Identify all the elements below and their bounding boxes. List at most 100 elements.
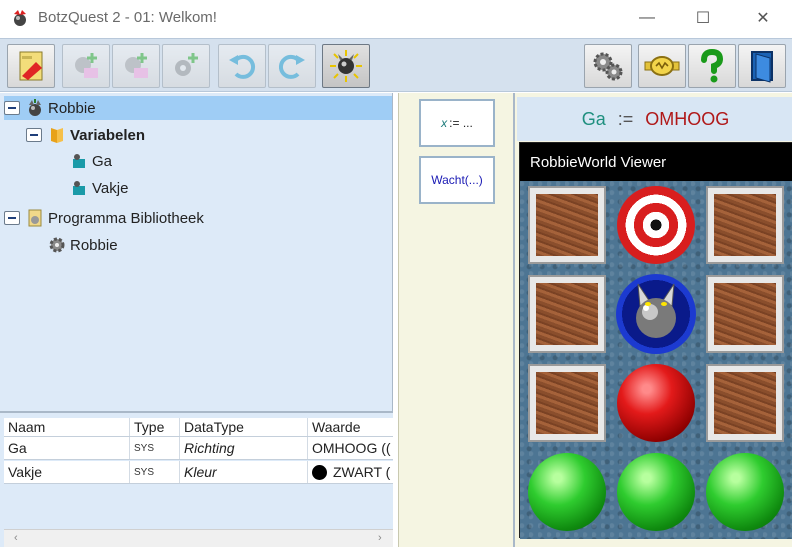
column-header-datatype[interactable]: DataType <box>180 418 308 436</box>
wait-label: Wacht(...) <box>431 173 483 187</box>
crate-icon <box>706 275 784 353</box>
scroll-left-icon[interactable]: ‹ <box>14 532 18 544</box>
robot-icon <box>616 274 696 354</box>
cell-waarde[interactable]: OMHOOG (( <box>308 437 393 459</box>
tree-item-library[interactable]: Programma Bibliotheek <box>4 206 204 230</box>
scroll-right-icon[interactable]: › <box>378 532 382 544</box>
world-tile-crate <box>527 185 607 265</box>
crate-icon <box>706 364 784 442</box>
world-tile-green-ball <box>705 452 785 532</box>
world-tile-green-ball <box>616 452 696 532</box>
app-robot-icon <box>10 8 30 28</box>
title-bar: BotzQuest 2 - 01: Welkom! — ☐ ✕ <box>0 0 792 36</box>
cell-waarde-text: ZWART ( <box>333 464 391 480</box>
library-icon <box>26 209 44 227</box>
add-variable-icon <box>75 53 98 78</box>
tree-item-label: Programma Bibliotheek <box>48 209 204 227</box>
add-gear-icon <box>175 53 198 76</box>
statement-variable[interactable]: Ga <box>582 109 606 130</box>
column-header-naam[interactable]: Naam <box>4 418 130 436</box>
world-tile-red-ball <box>616 363 696 443</box>
door-icon <box>751 51 773 83</box>
tree-item-label: Ga <box>92 152 113 170</box>
collapse-toggle[interactable] <box>26 128 42 142</box>
close-icon: ✕ <box>756 10 770 27</box>
gear-icon <box>48 236 66 254</box>
cell-datatype: Kleur <box>180 461 308 483</box>
maximize-button[interactable]: ☐ <box>680 0 726 36</box>
table-row[interactable]: Vakje SYS Kleur ZWART ( <box>4 461 393 484</box>
tree-item-label: Robbie <box>70 236 118 254</box>
green-ball-icon <box>617 453 695 531</box>
tree-item-label: Variabelen <box>70 126 146 144</box>
crate-icon <box>528 364 606 442</box>
horizontal-scrollbar[interactable]: ‹ › <box>4 529 393 547</box>
run-button[interactable] <box>322 44 370 88</box>
assign-var-label: x <box>441 116 448 130</box>
world-board <box>520 181 792 539</box>
green-ball-icon <box>706 453 784 531</box>
world-tile-crate <box>527 274 607 354</box>
undo-button[interactable] <box>218 44 266 88</box>
crate-icon <box>706 186 784 264</box>
world-tile-target <box>616 185 696 265</box>
robbieworld-viewer: RobbieWorld Viewer <box>519 142 792 539</box>
cell-waarde[interactable]: ZWART ( <box>308 461 393 483</box>
help-button[interactable] <box>688 44 736 88</box>
color-swatch-icon <box>312 464 327 480</box>
cell-type: SYS <box>130 461 180 483</box>
add-gear-button[interactable] <box>162 44 210 88</box>
achievements-button[interactable] <box>638 44 686 88</box>
window-title: BotzQuest 2 - 01: Welkom! <box>38 9 217 26</box>
world-tile-crate <box>705 363 785 443</box>
variable-icon <box>70 152 88 170</box>
minimize-button[interactable]: — <box>624 0 670 36</box>
wait-command[interactable]: Wacht(...) <box>419 156 495 204</box>
edit-level-button[interactable] <box>7 44 55 88</box>
cell-type: SYS <box>130 437 180 459</box>
collapse-toggle[interactable] <box>4 211 20 225</box>
column-header-type[interactable]: Type <box>130 418 180 436</box>
robot-icon <box>26 99 44 117</box>
tree-item-label: Robbie <box>48 99 96 117</box>
add-procedure-button[interactable] <box>112 44 160 88</box>
level-icon <box>19 51 43 81</box>
statement-operator: := <box>617 108 634 129</box>
table-row[interactable]: Ga SYS Richting OMHOOG (( <box>4 437 393 460</box>
redo-button[interactable] <box>268 44 316 88</box>
question-icon <box>701 49 724 83</box>
statement-value[interactable]: OMHOOG <box>645 109 729 130</box>
badge-icon <box>644 56 680 76</box>
world-tile-robot <box>616 274 696 354</box>
crate-icon <box>528 186 606 264</box>
settings-button[interactable] <box>584 44 632 88</box>
maximize-icon: ☐ <box>695 10 711 27</box>
viewer-title[interactable]: RobbieWorld Viewer <box>520 143 792 181</box>
collapse-toggle[interactable] <box>4 101 20 115</box>
folder-icon <box>48 126 66 144</box>
add-variable-button[interactable] <box>62 44 110 88</box>
assign-command[interactable]: x := ... <box>419 99 495 147</box>
assignment-statement[interactable]: Ga := OMHOOG <box>517 97 792 141</box>
green-ball-icon <box>528 453 606 531</box>
tree-item-variable-vakje[interactable]: Vakje <box>70 176 128 200</box>
table-header: Naam Type DataType Waarde <box>4 418 393 437</box>
close-button[interactable]: ✕ <box>740 0 786 36</box>
undo-icon <box>229 54 256 79</box>
cell-naam: Ga <box>4 437 130 459</box>
tree-item-variables[interactable]: Variabelen <box>26 123 145 147</box>
crate-icon <box>528 275 606 353</box>
tree-item-variable-ga[interactable]: Ga <box>70 149 112 173</box>
tree-item-library-robbie[interactable]: Robbie <box>48 233 118 257</box>
world-tile-crate <box>527 363 607 443</box>
add-procedure-icon <box>125 53 148 78</box>
object-tree: Robbie Variabelen Ga Vakje Programma Bib… <box>0 93 393 411</box>
exit-button[interactable] <box>738 44 786 88</box>
redo-icon <box>278 54 305 79</box>
world-tile-green-ball <box>527 452 607 532</box>
column-header-waarde[interactable]: Waarde <box>308 418 393 436</box>
assign-rest-label: := ... <box>449 116 473 130</box>
target-icon <box>617 186 695 264</box>
tree-item-label: Vakje <box>92 179 129 197</box>
tree-item-robbie[interactable]: Robbie <box>4 96 392 120</box>
